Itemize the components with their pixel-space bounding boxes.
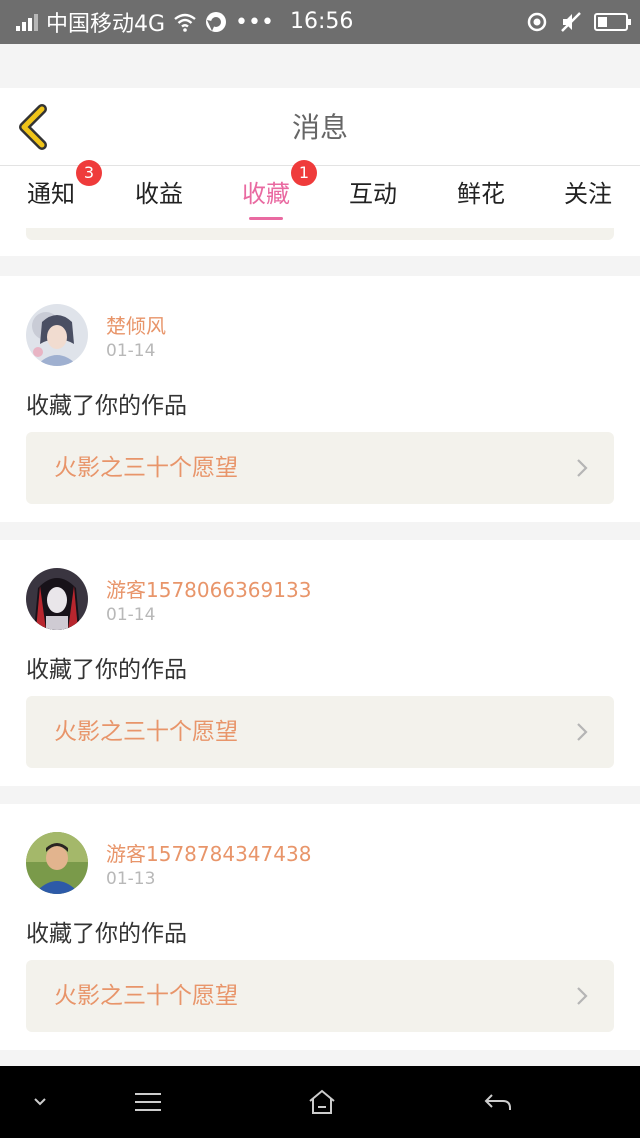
battery-icon xyxy=(594,13,631,31)
tab-earnings[interactable]: 收益 xyxy=(134,166,184,228)
tab-flowers[interactable]: 鲜花 xyxy=(456,166,506,228)
wifi-icon xyxy=(174,13,196,32)
tab-following[interactable]: 关注 xyxy=(563,166,613,228)
signal-icon xyxy=(16,13,38,31)
message-text: 收藏了你的作品 xyxy=(26,921,187,947)
message-card: 楚倾风 01-14 收藏了你的作品 火影之三十个愿望 xyxy=(0,276,640,522)
tab-label: 通知 xyxy=(27,180,75,208)
avatar[interactable] xyxy=(26,304,88,366)
tab-label: 互动 xyxy=(349,180,397,208)
message-card: 游客1578784347438 01-13 收藏了你的作品 火影之三十个愿望 xyxy=(0,804,640,1050)
home-icon xyxy=(309,1089,335,1114)
tab-label: 收藏 xyxy=(242,180,290,208)
browser-icon xyxy=(206,12,227,32)
message-date: 01-14 xyxy=(106,341,156,361)
system-nav-bar xyxy=(0,1066,640,1138)
tab-favorites[interactable]: 收藏 1 xyxy=(241,160,317,228)
notification-badge: 3 xyxy=(76,160,102,186)
work-title: 火影之三十个愿望 xyxy=(54,983,238,1009)
message-card: 游客1578066369133 01-14 收藏了你的作品 火影之三十个愿望 xyxy=(0,540,640,786)
menu-button[interactable] xyxy=(126,1066,170,1138)
carrier-label: 中国移动4G xyxy=(46,12,166,37)
message-text: 收藏了你的作品 xyxy=(26,393,187,419)
chevron-right-icon xyxy=(577,723,588,741)
tab-notifications[interactable]: 通知 3 xyxy=(26,160,102,228)
message-text: 收藏了你的作品 xyxy=(26,657,187,683)
avatar[interactable] xyxy=(26,568,88,630)
page-header: 消息 xyxy=(0,88,640,166)
clock: 16:56 xyxy=(290,9,354,34)
home-button[interactable] xyxy=(300,1066,344,1138)
tab-label: 关注 xyxy=(564,180,612,208)
tab-bar: 通知 3 收益 收藏 1 互动 鲜花 关注 xyxy=(0,160,640,228)
message-date: 01-14 xyxy=(106,605,156,625)
work-link[interactable]: 火影之三十个愿望 xyxy=(26,432,614,504)
status-bar: 中国移动4G ••• 16:56 xyxy=(0,0,640,44)
chevron-right-icon xyxy=(577,459,588,477)
back-arrow-icon xyxy=(484,1094,511,1110)
tab-label: 鲜花 xyxy=(457,180,505,208)
username[interactable]: 楚倾风 xyxy=(106,310,166,339)
more-indicator: ••• xyxy=(235,9,274,35)
page-title: 消息 xyxy=(291,111,348,144)
collapse-button[interactable] xyxy=(20,1066,60,1138)
username[interactable]: 游客1578784347438 xyxy=(106,838,311,867)
chevron-down-icon xyxy=(34,1098,46,1106)
location-icon xyxy=(527,12,547,32)
work-title: 火影之三十个愿望 xyxy=(54,455,238,481)
chevron-right-icon xyxy=(577,987,588,1005)
message-card-partial xyxy=(0,228,640,256)
work-link[interactable]: 火影之三十个愿望 xyxy=(26,960,614,1032)
tab-label: 收益 xyxy=(135,180,183,208)
work-link-partial[interactable] xyxy=(26,228,614,240)
menu-icon xyxy=(135,1093,161,1111)
username[interactable]: 游客1578066369133 xyxy=(106,574,311,603)
message-date: 01-13 xyxy=(106,869,156,889)
active-tab-indicator xyxy=(249,217,283,220)
back-system-button[interactable] xyxy=(476,1066,520,1138)
mute-icon xyxy=(561,12,581,32)
work-link[interactable]: 火影之三十个愿望 xyxy=(26,696,614,768)
notification-badge: 1 xyxy=(291,160,317,186)
work-title: 火影之三十个愿望 xyxy=(54,719,238,745)
tab-interactions[interactable]: 互动 xyxy=(348,166,398,228)
avatar[interactable] xyxy=(26,832,88,894)
